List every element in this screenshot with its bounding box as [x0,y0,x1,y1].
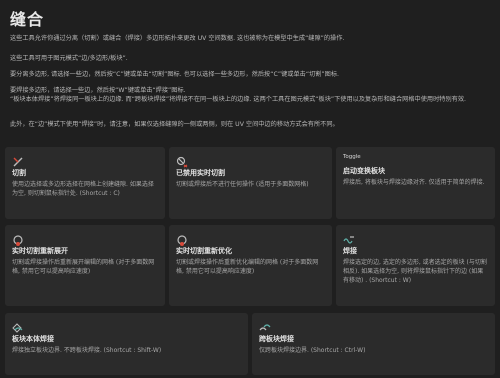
help-page: 缝合 这些工具允许你通过分离（切割）或缝合（焊接）多边形拓扑来更改 UV 空间数… [0,0,500,378]
card-desc: 切割或焊接操作后重新优化编辑的网格 (对于多面数网格, 禁用它可以提高响应速度) [176,259,319,275]
card-title: 启动变换板块 [343,167,385,175]
card-title: 板块本体焊接 [12,335,54,343]
intro-paragraph-6: 此外，在“边”模式下使用“焊接”时，请注意，如果仅选择缝隙的一侧或两侧，则在 U… [10,121,339,128]
intro-paragraph-5: “板块本体焊接”将焊接同一板块上的边缘. 而“跨板块焊接”将焊接不在同一板块上的… [10,96,467,103]
cross-weld-icon [259,319,271,331]
card-live-cut-disabled[interactable]: 已禁用实时切割 切割或焊接后不进行任何操作 (适用于多面数网格) [169,147,332,219]
card-desc: 焊接选定的边, 选定的多边形, 或者选定的板块 (与切割相反). 如果选择为空,… [343,259,487,284]
intro-paragraph-4: 要焊接多边形，请选择一些边，然后按“W”键或单击“焊接”图标. [10,87,186,94]
intro-paragraph-1: 这些工具允许你通过分离（切割）或缝合（焊接）多边形拓扑来更改 UV 空间数据. … [10,35,345,42]
card-title: 切割 [12,169,26,177]
card-cross-weld[interactable]: 跨板块焊接 仅跨板块焊接边界. (Shortcut : Ctrl-W) [252,313,495,375]
card-desc: 焊接后, 将板块与焊接边缘对齐. 仅适用于简单的焊接. [343,179,485,186]
toggle-badge: Toggle [343,154,361,160]
cut-unfold-icon [12,231,24,246]
card-self-weld[interactable]: 板块本体焊接 焊接独立板块边界. 不跨板块焊接. (Shortcut : Shi… [5,313,248,375]
intro-paragraph-3: 要分离多边形, 请选择一些边，然后按“C”键或单击“切割”图标. 也可以选择一些… [10,71,339,78]
card-live-optimize[interactable]: 实时切割重新优化 切割或焊接操作后重新优化编辑的网格 (对于多面数网格, 禁用它… [169,225,332,306]
card-desc: 焊接独立板块边界. 不跨板块焊接. (Shortcut : Shift-W) [12,347,162,354]
weld-icon [343,231,355,244]
card-desc: 使用边选择或多边形选择在网格上创建缝隙. 如果选择为空, 则切割鼠标指针处. (… [12,181,154,197]
page-title: 缝合 [10,10,45,29]
card-desc: 仅跨板块焊接边界. (Shortcut : Ctrl-W) [259,347,366,354]
card-title: 实时切割重新展开 [12,247,68,255]
self-weld-icon [12,319,24,333]
card-title: 实时切割重新优化 [176,247,232,255]
card-transform-island[interactable]: Toggle 启动变换板块 焊接后, 将板块与焊接边缘对齐. 仅适用于简单的焊接… [336,147,495,219]
card-desc: 切割或焊接后不进行任何操作 (适用于多面数网格) [176,181,309,188]
card-cut[interactable]: 切割 使用边选择或多边形选择在网格上创建缝隙. 如果选择为空, 则切割鼠标指针处… [5,147,165,219]
cut-icon [12,153,24,167]
card-live-unfold[interactable]: 实时切割重新展开 切割或焊接操作后重新展开编辑的网格 (对于多面数网格, 禁用它… [5,225,165,306]
card-title: 焊接 [343,247,357,255]
card-title: 跨板块焊接 [259,335,294,343]
card-weld[interactable]: 焊接 焊接选定的边, 选定的多边形, 或者选定的板块 (与切割相反). 如果选择… [336,225,495,306]
card-desc: 切割或焊接操作后重新展开编辑的网格 (对于多面数网格, 禁用它可以提高响应速度) [12,259,155,275]
card-title: 已禁用实时切割 [176,169,225,177]
intro-paragraph-2: 这些工具可用于图元模式“边/多边形/板块”. [10,55,128,62]
cut-optimize-icon [176,231,188,246]
cut-disabled-icon [176,153,188,168]
